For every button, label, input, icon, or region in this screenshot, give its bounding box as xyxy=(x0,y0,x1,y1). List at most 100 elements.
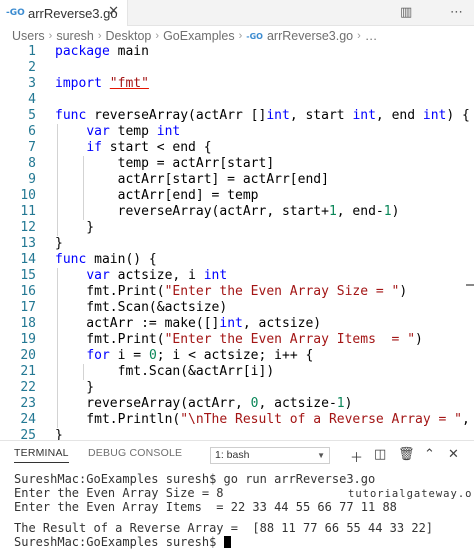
line-number: 17 xyxy=(20,300,36,315)
terminal-select[interactable]: 1: bash ▼ xyxy=(210,447,330,464)
split-terminal-icon[interactable]: ◫ xyxy=(374,447,386,462)
line-number: 12 xyxy=(20,220,36,235)
terminal-prompt[interactable]: SureshMac:GoExamples suresh$ xyxy=(14,535,231,549)
tab-debug-console[interactable]: DEBUG CONSOLE xyxy=(88,447,182,459)
terminal-prompt-text: SureshMac:GoExamples suresh$ xyxy=(14,535,224,549)
breadcrumb-file[interactable]: arrReverse3.go xyxy=(267,29,353,43)
code-line[interactable]: 6 var temp int xyxy=(0,124,474,140)
chevron-right-icon: › xyxy=(97,30,102,42)
code-line[interactable]: 21 fmt.Scan(&actArr[i]) xyxy=(0,364,474,380)
code-line[interactable]: 19 fmt.Print("Enter the Even Array Items… xyxy=(0,332,474,348)
code-line[interactable]: 2 xyxy=(0,60,474,76)
breadcrumb: Users › suresh › Desktop › GoExamples › … xyxy=(0,26,474,46)
go-file-icon: -GO xyxy=(246,31,263,41)
terminal-line: SureshMac:GoExamples suresh$ go run arrR… xyxy=(14,472,376,486)
code-line[interactable]: 8 temp = actArr[start] xyxy=(0,156,474,172)
code-line[interactable]: 9 actArr[start] = actArr[end] xyxy=(0,172,474,188)
line-number: 15 xyxy=(20,268,36,283)
chevron-right-icon: › xyxy=(48,30,53,42)
line-number: 18 xyxy=(20,316,36,331)
split-editor-icon[interactable]: ▥ xyxy=(400,5,412,20)
chevron-right-icon: › xyxy=(155,30,160,42)
line-number: 2 xyxy=(28,60,36,75)
code-text: } xyxy=(55,236,63,251)
breadcrumb-ellipsis[interactable]: … xyxy=(365,29,378,43)
close-icon[interactable]: ✕ xyxy=(108,4,119,19)
code-text: var temp int xyxy=(86,124,181,139)
code-line[interactable]: 15 var actsize, i int xyxy=(0,268,474,284)
code-text: fmt.Println("\nThe Result of a Reverse A… xyxy=(55,412,470,427)
breadcrumb-goexamples[interactable]: GoExamples xyxy=(163,29,235,43)
code-text: for i = 0; i < actsize; i++ { xyxy=(86,348,314,363)
code-line[interactable]: 12 } xyxy=(0,220,474,236)
editor-tab-arrreverse3[interactable]: -GO arrReverse3.go ✕ xyxy=(0,0,128,26)
code-text: reverseArray(actArr, 0, actsize-1) xyxy=(55,396,353,411)
terminal-panel: TERMINAL DEBUG CONSOLE 1: bash ▼ ＋ ◫ 🗑 ⌃… xyxy=(0,440,474,549)
line-number: 21 xyxy=(20,364,36,379)
breadcrumb-desktop[interactable]: Desktop xyxy=(106,29,152,43)
tab-filename: arrReverse3.go xyxy=(28,5,118,21)
trash-icon[interactable]: 🗑 xyxy=(398,447,415,462)
code-line[interactable]: 25} xyxy=(0,428,474,440)
breadcrumb-users[interactable]: Users xyxy=(12,29,45,43)
chevron-right-icon: › xyxy=(238,30,243,42)
code-text: fmt.Scan(&actArr[i]) xyxy=(55,364,275,379)
line-number: 9 xyxy=(28,172,36,187)
line-number: 4 xyxy=(28,92,36,107)
close-icon[interactable]: ✕ xyxy=(448,447,459,462)
code-line[interactable]: 16 fmt.Print("Enter the Even Array Size … xyxy=(0,284,474,300)
plus-icon[interactable]: ＋ xyxy=(350,447,363,466)
code-editor[interactable]: 1 package main 2 3 import "fmt" 4 5 func revers… xyxy=(0,44,474,440)
code-text: reverseArray(actArr, start+1, end-1) xyxy=(55,204,400,219)
code-line[interactable]: 14 func main() { xyxy=(0,252,474,268)
code-line[interactable]: 5 func reverseArray(actArr []int, start i… xyxy=(0,108,474,124)
line-number: 19 xyxy=(20,332,36,347)
code-line[interactable]: 20 for i = 0; i < actsize; i++ { xyxy=(0,348,474,364)
code-text: fmt.Print("Enter the Even Array Size = "… xyxy=(55,284,408,299)
terminal-line: The Result of a Reverse Array = [88 11 7… xyxy=(14,521,434,535)
code-text: func main() { xyxy=(55,252,157,267)
code-line[interactable]: 7 if start < end { xyxy=(0,140,474,156)
editor-tab-bar: -GO arrReverse3.go ✕ ▥ ⋯ xyxy=(0,0,474,26)
terminal-line: Enter the Even Array Items = 22 33 44 55… xyxy=(14,500,397,514)
code-line[interactable]: 22 } xyxy=(0,380,474,396)
code-text: actArr[end] = temp xyxy=(55,188,259,203)
line-number: 7 xyxy=(28,140,36,155)
tab-terminal[interactable]: TERMINAL xyxy=(14,447,69,463)
code-line[interactable]: 24 fmt.Println("\nThe Result of a Revers… xyxy=(0,412,474,428)
line-number: 3 xyxy=(28,76,36,91)
code-text: } xyxy=(55,380,95,395)
code-text: actArr := make([]int, actsize) xyxy=(55,316,322,331)
line-number: 6 xyxy=(28,124,36,139)
chevron-right-icon: › xyxy=(357,30,361,42)
more-actions-icon[interactable]: ⋯ xyxy=(450,5,463,20)
watermark: tutorialgateway.org xyxy=(348,488,474,500)
code-line[interactable]: 13} xyxy=(0,236,474,252)
code-text: actArr[start] = actArr[end] xyxy=(55,172,329,187)
code-text: fmt.Print("Enter the Even Array Items = … xyxy=(55,332,423,347)
line-number: 1 xyxy=(28,44,36,59)
breadcrumb-suresh[interactable]: suresh xyxy=(56,29,94,43)
code-line[interactable]: 18 actArr := make([]int, actsize) xyxy=(0,316,474,332)
code-text: func reverseArray(actArr []int, start in… xyxy=(55,108,470,123)
chevron-up-icon[interactable]: ⌃ xyxy=(424,447,435,462)
code-line[interactable]: 23 reverseArray(actArr, 0, actsize-1) xyxy=(0,396,474,412)
code-text: import "fmt" xyxy=(55,76,149,91)
code-text: temp = actArr[start] xyxy=(55,156,275,171)
code-text: } xyxy=(55,220,95,235)
code-line[interactable]: 17 fmt.Scan(&actsize) xyxy=(0,300,474,316)
code-text: var actsize, i int xyxy=(86,268,228,283)
line-number: 20 xyxy=(20,348,36,363)
go-file-icon: -GO xyxy=(6,8,25,18)
code-text: } xyxy=(55,428,63,440)
code-text: if start < end { xyxy=(86,140,212,155)
code-line[interactable]: 11 reverseArray(actArr, start+1, end-1) xyxy=(0,204,474,220)
line-number: 5 xyxy=(28,108,36,123)
code-line[interactable]: 10 actArr[end] = temp xyxy=(0,188,474,204)
code-line[interactable]: 1 package main xyxy=(0,44,474,60)
terminal-select-value: 1: bash xyxy=(215,449,250,461)
code-text: package main xyxy=(55,44,149,59)
code-line[interactable]: 3 import "fmt" xyxy=(0,76,474,92)
line-number: 22 xyxy=(20,380,36,395)
code-line[interactable]: 4 xyxy=(0,92,474,108)
